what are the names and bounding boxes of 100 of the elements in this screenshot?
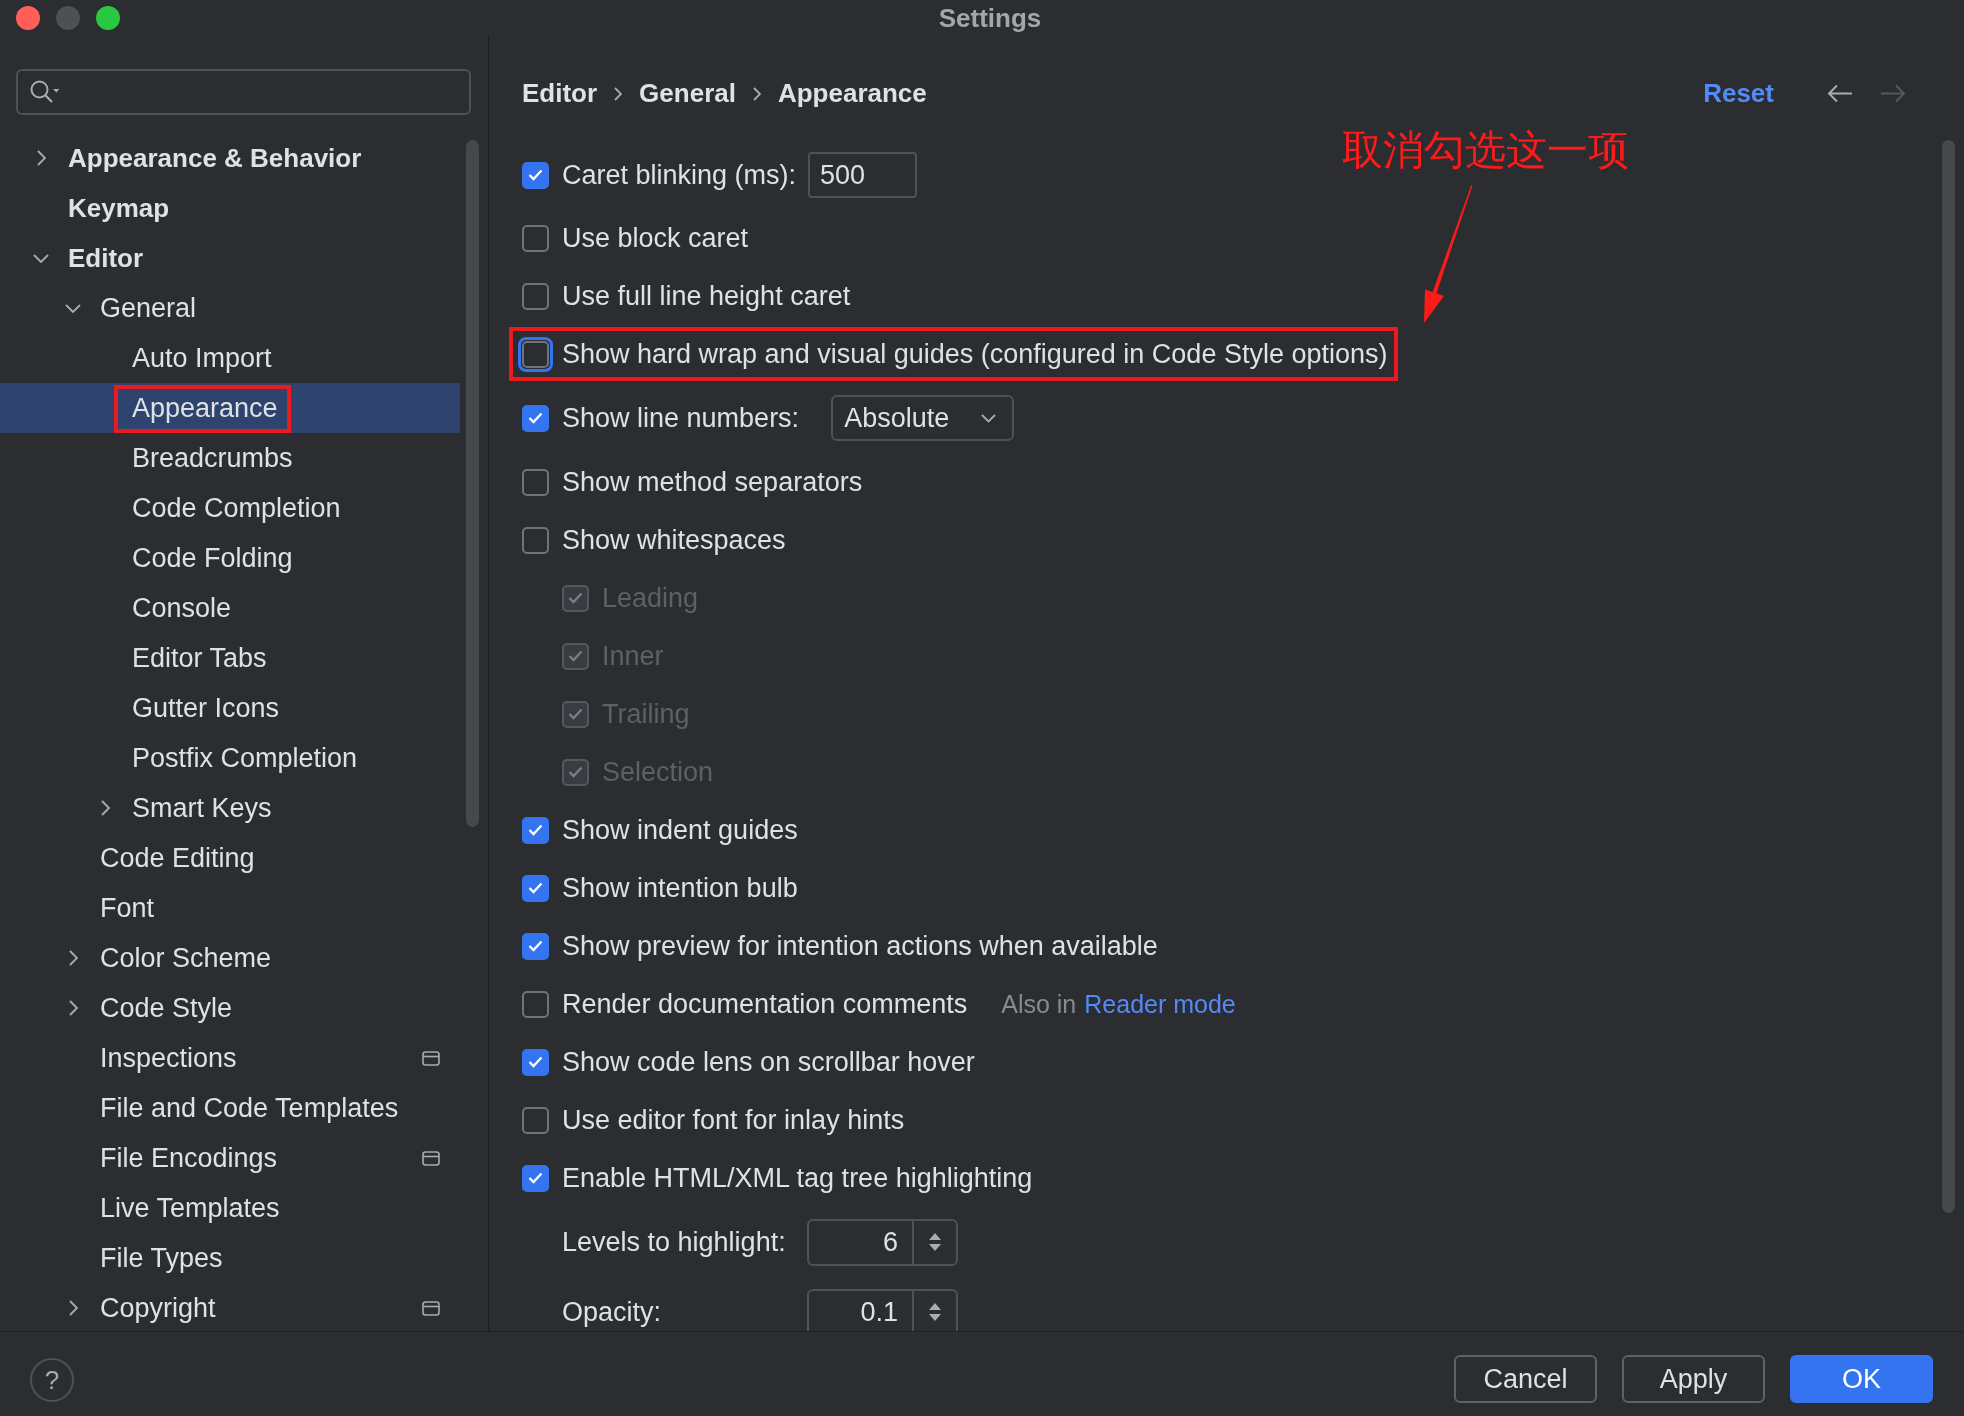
option-label: Show hard wrap and visual guides (configured in Code Style options) <box>562 338 1388 370</box>
number-spinner[interactable]: 0.1 <box>807 1288 958 1331</box>
option-label: Show intention bulb <box>562 872 798 904</box>
checkmark-icon <box>528 824 543 836</box>
breadcrumb-item[interactable]: Appearance <box>777 78 927 109</box>
field-label: Opacity: <box>562 1296 663 1328</box>
number-input[interactable]: 0.1 <box>809 1290 912 1331</box>
chevron-right-icon[interactable] <box>36 150 46 166</box>
chevron-down-icon <box>981 413 997 423</box>
tree-item[interactable]: Live Templates <box>0 1183 460 1233</box>
checkbox[interactable] <box>522 404 549 432</box>
search-field[interactable] <box>16 69 471 115</box>
tree-item[interactable]: Appearance <box>0 383 460 433</box>
option-label: Render documentation comments <box>562 988 968 1020</box>
window-close-button[interactable] <box>16 6 40 30</box>
tree-item[interactable]: Code Folding <box>0 533 460 583</box>
tree-item[interactable]: Gutter Icons <box>0 683 460 733</box>
checkbox[interactable] <box>522 282 549 310</box>
tree-item[interactable]: File Types <box>0 1233 460 1283</box>
spinner-arrows-icon[interactable] <box>928 1301 942 1323</box>
tree-item[interactable]: Editor <box>0 233 460 283</box>
tree-item[interactable]: Editor Tabs <box>0 633 460 683</box>
number-input[interactable]: 6 <box>809 1220 912 1264</box>
checkmark-icon <box>568 708 583 720</box>
option-label: Show code lens on scrollbar hover <box>562 1046 975 1078</box>
option-label: Enable HTML/XML tag tree highlighting <box>562 1162 1033 1194</box>
scrollbar-thumb[interactable] <box>466 140 479 827</box>
option-label: Caret blinking (ms): <box>562 159 797 191</box>
checkbox[interactable] <box>522 816 549 844</box>
chevron-right-icon[interactable] <box>68 950 78 966</box>
reset-link[interactable]: Reset <box>1703 78 1774 109</box>
input-field[interactable]: 500 <box>808 152 918 198</box>
checkbox[interactable] <box>522 1164 549 1192</box>
tree-item[interactable]: File Encodings <box>0 1133 460 1183</box>
option-label: Show whitespaces <box>562 524 786 556</box>
breadcrumb-item[interactable]: Editor <box>522 78 598 109</box>
checkmark-icon <box>528 1056 543 1068</box>
option-label: Show method separators <box>562 466 863 498</box>
option-label: Show indent guides <box>562 814 798 846</box>
tree-item[interactable]: Breadcrumbs <box>0 433 460 483</box>
window-zoom-button[interactable] <box>96 6 120 30</box>
checkbox[interactable] <box>522 526 549 554</box>
tree-item[interactable]: Keymap <box>0 183 460 233</box>
tree-item[interactable]: Smart Keys <box>0 783 460 833</box>
checkmark-icon <box>528 1172 543 1184</box>
chevron-right-icon <box>752 86 761 101</box>
scrollbar-thumb[interactable] <box>1942 140 1955 1213</box>
option-label: Show preview for intention actions when available <box>562 930 1158 962</box>
tree-item[interactable]: Inspections <box>0 1033 460 1083</box>
checkbox[interactable] <box>522 1048 549 1076</box>
tree-item[interactable]: Code Style <box>0 983 460 1033</box>
dialog-button[interactable]: Apply <box>1622 1355 1765 1403</box>
checkmark-icon <box>568 650 583 662</box>
option-label: Use editor font for inlay hints <box>562 1104 905 1136</box>
dropdown[interactable]: Absolute <box>831 395 1015 441</box>
option-label: Use full line height caret <box>562 280 851 312</box>
checkbox[interactable] <box>522 161 549 189</box>
arrow-left-icon[interactable] <box>1827 84 1853 103</box>
checkbox[interactable] <box>522 468 549 496</box>
checkmark-icon <box>568 592 583 604</box>
chevron-right-icon[interactable] <box>100 800 110 816</box>
checkbox[interactable] <box>522 224 549 252</box>
tree-item[interactable]: Auto Import <box>0 333 460 383</box>
tree-item[interactable]: Copyright <box>0 1283 460 1331</box>
checkmark-icon <box>528 169 543 181</box>
tree-item[interactable]: File and Code Templates <box>0 1083 460 1133</box>
tree-item[interactable]: Code Completion <box>0 483 460 533</box>
window-title: Settings <box>938 2 1042 34</box>
checkmark-icon <box>568 766 583 778</box>
tree-item[interactable]: Appearance & Behavior <box>0 133 460 183</box>
tree-item[interactable]: Console <box>0 583 460 633</box>
chevron-down-icon[interactable] <box>33 253 49 263</box>
chevron-down-icon[interactable] <box>65 303 81 313</box>
dialog-button[interactable]: Cancel <box>1454 1355 1597 1403</box>
spinner-arrows-icon[interactable] <box>928 1231 942 1253</box>
annotation-text: 取消勾选这一项 <box>1342 126 1629 176</box>
search-icon[interactable] <box>30 80 60 104</box>
breadcrumb-item[interactable]: General <box>639 78 736 109</box>
chevron-right-icon[interactable] <box>68 1300 78 1316</box>
checkbox[interactable] <box>522 932 549 960</box>
option-label: Use block caret <box>562 222 749 254</box>
chevron-right-icon <box>614 86 623 101</box>
checkmark-icon <box>528 412 543 424</box>
tree-item[interactable]: Postfix Completion <box>0 733 460 783</box>
option-label: Show line numbers: <box>562 402 800 434</box>
tree-item[interactable]: Color Scheme <box>0 933 460 983</box>
checkbox[interactable] <box>522 990 549 1018</box>
chevron-right-icon[interactable] <box>68 1000 78 1016</box>
number-spinner[interactable]: 6 <box>807 1218 958 1266</box>
tree-item[interactable]: Font <box>0 883 460 933</box>
checkmark-icon <box>528 940 543 952</box>
tree-item[interactable]: Code Editing <box>0 833 460 883</box>
checkbox[interactable] <box>522 874 549 902</box>
help-button[interactable]: ? <box>30 1358 74 1402</box>
hint-text: Also in <box>1001 989 1077 1019</box>
primary-button[interactable]: OK <box>1790 1355 1933 1403</box>
link[interactable]: Reader mode <box>1084 989 1236 1019</box>
tree-item[interactable]: General <box>0 283 460 333</box>
checkbox[interactable] <box>522 1106 549 1134</box>
checkmark-icon <box>528 882 543 894</box>
